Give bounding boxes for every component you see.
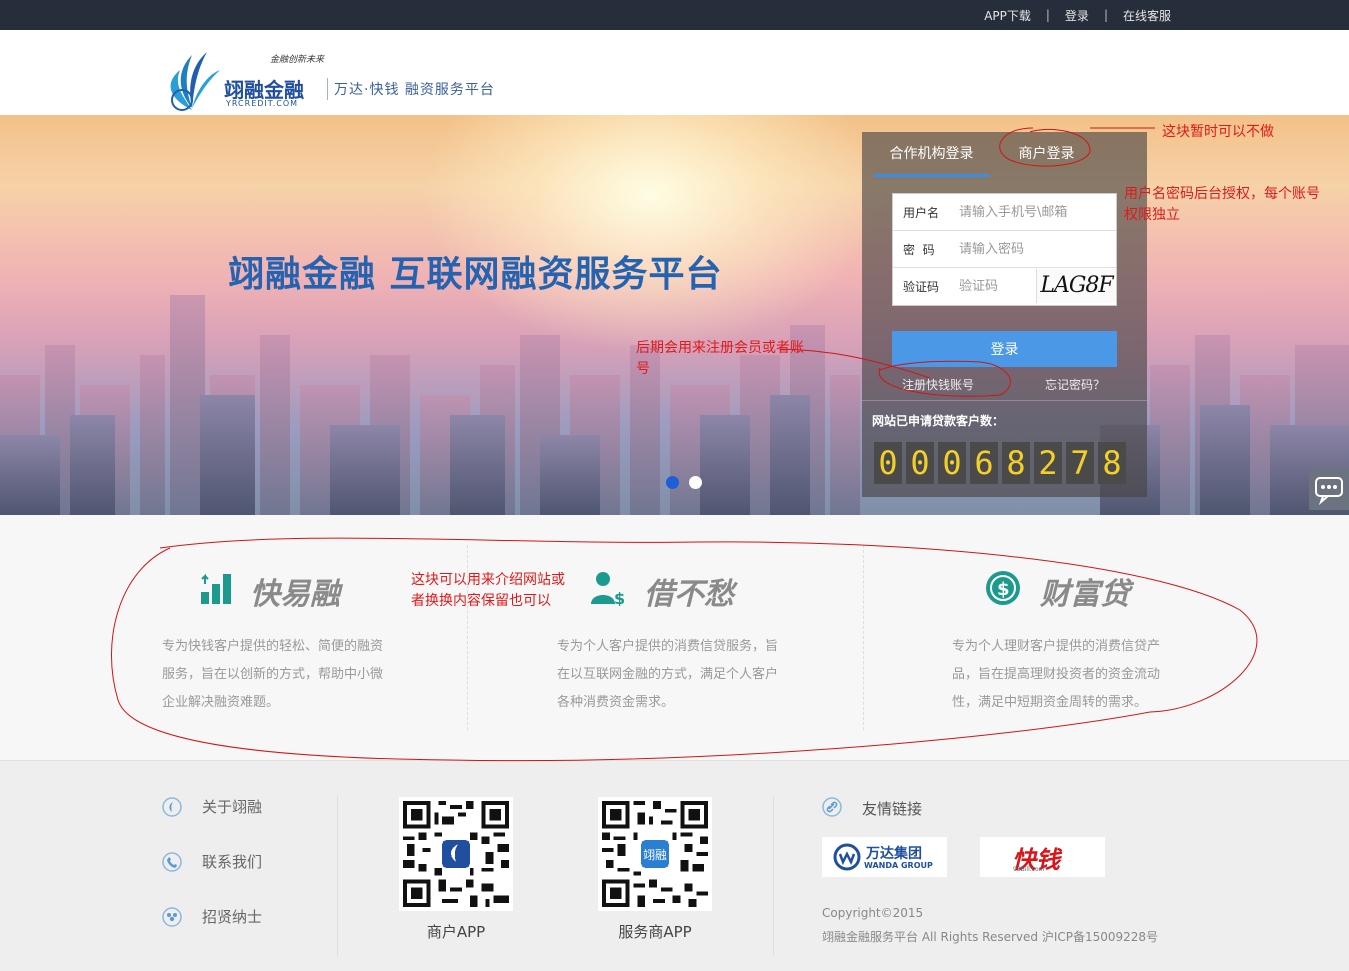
online-service-link[interactable]: 在线客服 xyxy=(1123,7,1171,24)
hero-banner: 翊融金融 互联网融资服务平台 合作机构登录 商户登录 用户名 密 码 验证码 L… xyxy=(0,115,1349,515)
counter-digit: 7 xyxy=(1066,442,1094,484)
partner-kuaiqian-logo[interactable]: 快钱 99Bill.com xyxy=(980,837,1105,877)
header: 金融创新未来 翊融金融 YRCREDIT.COM 万达·快钱 融资服务平台 xyxy=(0,30,1349,115)
logo-tagline: 万达·快钱 融资服务平台 xyxy=(334,82,495,98)
qr-label: 商户APP xyxy=(426,923,486,941)
top-bar: APP下载 | 登录 | 在线客服 xyxy=(0,0,1349,30)
wanda-logo-icon xyxy=(833,843,861,871)
footer-link-label: 关于翊融 xyxy=(202,798,263,816)
annotation-note: 后期会用来注册会员或者账号 xyxy=(636,340,804,377)
feature-desc: 专为快钱客户提供的轻松、简便的融资服务，旨在以创新的方式，帮助中小微企业解决融资… xyxy=(162,639,384,710)
footer-link-label: 招贤纳士 xyxy=(202,908,263,926)
divider xyxy=(337,796,338,956)
forgot-password-link[interactable]: 忘记密码？ xyxy=(1045,376,1105,393)
feature-title: 快易融 xyxy=(250,577,340,612)
wing-logo-icon xyxy=(170,52,220,111)
carousel-dot-1[interactable] xyxy=(666,476,679,489)
person-money-icon: $ xyxy=(591,572,625,606)
carousel-dot-2[interactable] xyxy=(689,476,702,489)
tab-merchant-login[interactable]: 商户登录 xyxy=(989,132,1104,177)
bar-chart-icon xyxy=(201,573,231,604)
counter-digit: 2 xyxy=(1034,442,1062,484)
svg-text:$: $ xyxy=(614,589,625,606)
service-app-qr-code[interactable]: 翊融 xyxy=(598,797,712,911)
feature-kuaiyirong: 快易融 专为快钱客户提供的轻松、简便的融资服务，旨在以创新的方式，帮助中小微企业… xyxy=(162,515,452,760)
friend-links-title: 友情链接 xyxy=(862,800,923,818)
annotation-note: 用户名密码后台授权，每个账号权限独立 xyxy=(1124,186,1320,223)
login-panel: 合作机构登录 商户登录 用户名 密 码 验证码 LAG8F 登录 注册快钱账号 … xyxy=(862,132,1147,497)
merchant-app-qr-code[interactable] xyxy=(399,797,513,911)
feature-jiebuchou: $ 借不愁 专为个人客户提供的消费信贷服务，旨在以互联网金融的方式，满足个人客户… xyxy=(557,515,847,760)
partner-name: 万达集团 xyxy=(866,846,922,862)
divider xyxy=(773,796,774,956)
captcha-row: 验证码 LAG8F xyxy=(893,268,1116,305)
username-input[interactable] xyxy=(959,204,1099,220)
footer-link-label: 联系我们 xyxy=(202,853,263,871)
carousel-dots xyxy=(666,476,702,489)
features-section: 快易融 专为快钱客户提供的轻松、简便的融资服务，旨在以创新的方式，帮助中小微企业… xyxy=(0,515,1349,760)
login-form: 用户名 密 码 验证码 LAG8F xyxy=(892,193,1117,306)
footer-link-careers[interactable]: 招贤纳士 xyxy=(162,906,262,927)
feature-title: 财富贷 xyxy=(1040,577,1130,612)
feature-title: 借不愁 xyxy=(644,577,734,612)
captcha-image[interactable]: LAG8F xyxy=(1036,269,1116,303)
login-tabs: 合作机构登录 商户登录 xyxy=(874,132,1134,177)
chat-bubble-icon xyxy=(1315,477,1343,506)
applicant-count-label: 网站已申请贷款客户数： xyxy=(872,414,1005,428)
copyright-line: 翊融金融服务平台 All Rights Reserved 沪ICP备150092… xyxy=(822,930,1159,944)
applicant-counter: 0 0 0 6 8 2 7 8 xyxy=(874,442,1126,484)
divider xyxy=(862,400,1147,401)
captcha-label: 验证码 xyxy=(903,280,940,294)
logo-divider xyxy=(327,78,328,100)
annotation-note: 这块可以用来介绍网站或者换换内容保留也可以 xyxy=(411,572,565,609)
feature-caifudai: $ 财富贷 专为个人理财客户提供的消费信贷产品，旨在提高理财投资者的资金流动性，… xyxy=(952,515,1242,760)
footer-link-contact[interactable]: 联系我们 xyxy=(162,851,262,872)
partner-wanda-logo[interactable]: 万达集团 WANDA GROUP xyxy=(822,837,947,877)
wing-icon xyxy=(162,796,182,817)
chat-button[interactable] xyxy=(1309,468,1349,510)
counter-digit: 0 xyxy=(874,442,902,484)
phone-icon xyxy=(162,851,182,872)
password-label: 密 码 xyxy=(903,242,935,257)
app-download-link[interactable]: APP下载 xyxy=(984,7,1031,24)
top-login-link[interactable]: 登录 xyxy=(1065,7,1089,24)
separator: | xyxy=(1045,8,1050,22)
svg-text:$: $ xyxy=(997,579,1010,600)
password-input[interactable] xyxy=(959,241,1099,257)
counter-digit: 6 xyxy=(970,442,998,484)
divider xyxy=(863,545,864,730)
logo-domain: YRCREDIT.COM xyxy=(226,99,299,108)
register-link[interactable]: 注册快钱账号 xyxy=(902,376,974,393)
feature-desc: 专为个人理财客户提供的消费信贷产品，旨在提高理财投资者的资金流动性，满足中短期资… xyxy=(952,639,1161,710)
dollar-circle-icon: $ xyxy=(986,571,1020,605)
copyright: Copyright©2015 翊融金融服务平台 All Rights Reser… xyxy=(822,901,1158,949)
people-icon xyxy=(162,906,182,927)
feature-desc: 专为个人客户提供的消费信贷服务，旨在以互联网金融的方式，满足个人客户各种消费资金… xyxy=(557,639,779,710)
footer: 关于翊融 联系我们 招贤纳士 商户APP 翊融 服务商APP 友情链接 万达集团… xyxy=(0,760,1349,971)
qr-center-label: 翊融 xyxy=(643,848,667,862)
counter-digit: 8 xyxy=(1002,442,1030,484)
username-row: 用户名 xyxy=(893,194,1116,231)
partner-sub: WANDA GROUP xyxy=(864,861,933,870)
username-label: 用户名 xyxy=(903,205,940,220)
tab-partner-login[interactable]: 合作机构登录 xyxy=(874,132,989,177)
partner-sub: 99Bill.com xyxy=(1013,866,1045,873)
qr-label: 服务商APP xyxy=(618,923,692,941)
login-button[interactable]: 登录 xyxy=(892,331,1117,367)
top-links: APP下载 | 登录 | 在线客服 xyxy=(984,0,1171,30)
copyright-line: Copyright©2015 xyxy=(822,906,924,920)
logo-slogan: 金融创新未来 xyxy=(270,55,325,65)
captcha-input[interactable] xyxy=(959,279,1019,294)
annotation-note: 这块暂时可以不做 xyxy=(1162,124,1274,140)
counter-digit: 0 xyxy=(938,442,966,484)
password-row: 密 码 xyxy=(893,231,1116,268)
footer-link-about[interactable]: 关于翊融 xyxy=(162,796,262,817)
banner-title: 翊融金融 互联网融资服务平台 xyxy=(228,254,723,295)
counter-digit: 0 xyxy=(906,442,934,484)
link-icon xyxy=(822,797,842,817)
counter-digit: 8 xyxy=(1098,442,1126,484)
site-logo[interactable]: 金融创新未来 翊融金融 YRCREDIT.COM 万达·快钱 融资服务平台 xyxy=(162,30,522,115)
separator: | xyxy=(1103,8,1108,22)
